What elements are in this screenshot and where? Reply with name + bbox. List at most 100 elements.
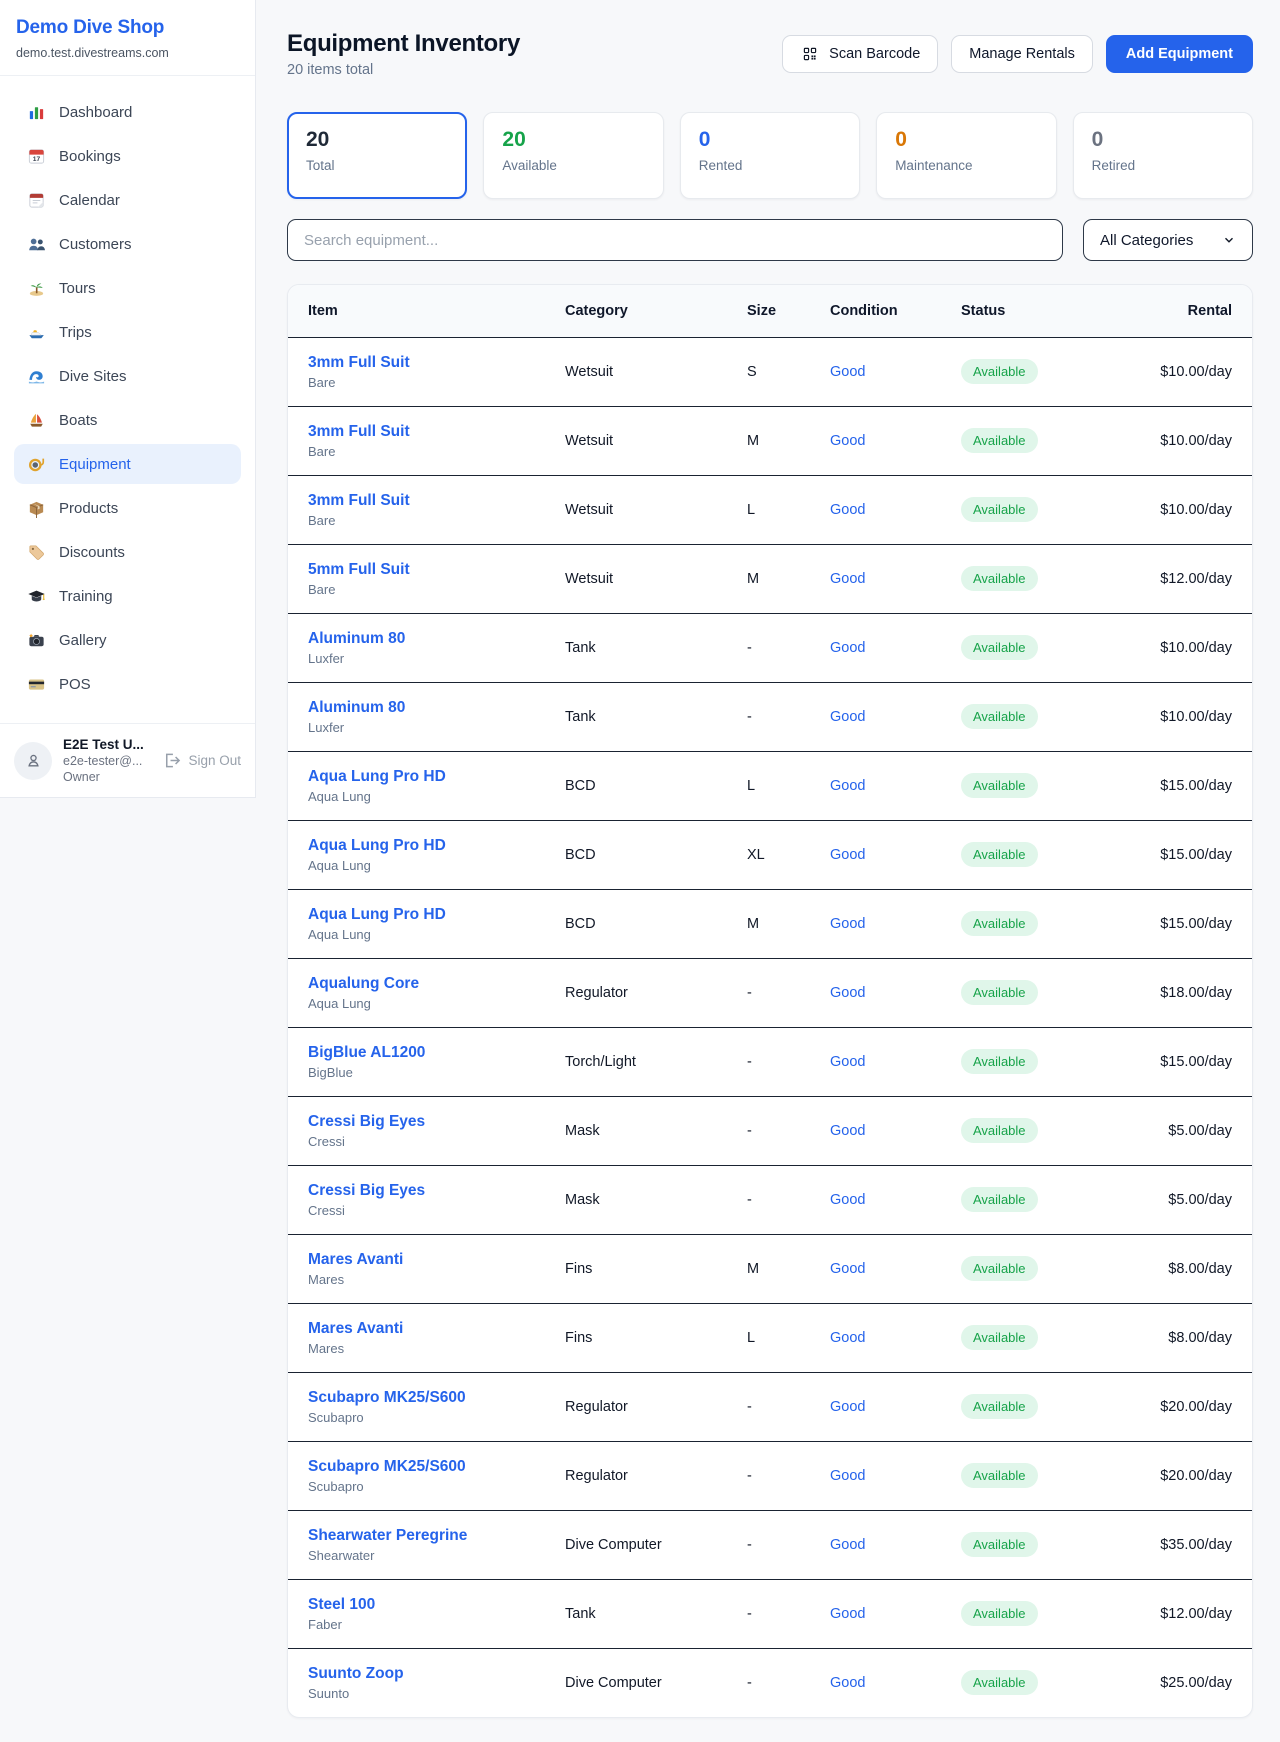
item-name-link[interactable]: Steel 100 (308, 1596, 565, 1614)
stat-card-total[interactable]: 20 Total (287, 112, 467, 199)
item-name-link[interactable]: Cressi Big Eyes (308, 1182, 565, 1200)
status-badge: Available (961, 842, 1038, 867)
table-row: Aluminum 80 Luxfer Tank - Good Available… (288, 682, 1252, 751)
item-brand: Bare (308, 375, 565, 390)
item-condition[interactable]: Good (830, 1606, 865, 1622)
item-condition[interactable]: Good (830, 502, 865, 518)
item-condition[interactable]: Good (830, 1468, 865, 1484)
manage-rentals-button[interactable]: Manage Rentals (951, 35, 1093, 73)
items-total-count: 20 items total (287, 62, 373, 78)
item-condition[interactable]: Good (830, 571, 865, 587)
sidebar-item-equipment[interactable]: Equipment (14, 444, 241, 484)
avatar (14, 742, 52, 780)
item-category: Dive Computer (565, 1510, 747, 1579)
item-name-link[interactable]: 5mm Full Suit (308, 561, 565, 579)
user-email: e2e-tester@... (63, 754, 150, 768)
sidebar-item-gallery[interactable]: Gallery (14, 620, 241, 660)
stat-card-retired[interactable]: 0 Retired (1073, 112, 1253, 199)
nav-item-label: POS (59, 676, 91, 693)
item-condition[interactable]: Good (830, 364, 865, 380)
item-name-link[interactable]: Scubapro MK25/S600 (308, 1458, 565, 1476)
sidebar-item-bookings[interactable]: 17 Bookings (14, 136, 241, 176)
item-condition[interactable]: Good (830, 1192, 865, 1208)
sidebar-item-dashboard[interactable]: Dashboard (14, 92, 241, 132)
item-condition[interactable]: Good (830, 1330, 865, 1346)
stat-card-available[interactable]: 20 Available (483, 112, 663, 199)
item-condition[interactable]: Good (830, 433, 865, 449)
nav-item-label: Equipment (59, 456, 131, 473)
table-row: Cressi Big Eyes Cressi Mask - Good Avail… (288, 1096, 1252, 1165)
item-size: - (747, 958, 830, 1027)
item-condition[interactable]: Good (830, 1399, 865, 1415)
item-condition[interactable]: Good (830, 640, 865, 656)
item-brand: Faber (308, 1617, 565, 1632)
stat-card-maintenance[interactable]: 0 Maintenance (876, 112, 1056, 199)
sidebar-item-dive-sites[interactable]: Dive Sites (14, 356, 241, 396)
shop-name[interactable]: Demo Dive Shop (16, 17, 239, 39)
item-condition[interactable]: Good (830, 1054, 865, 1070)
item-brand: Bare (308, 513, 565, 528)
scan-barcode-button[interactable]: Scan Barcode (782, 35, 938, 73)
item-category: Fins (565, 1303, 747, 1372)
item-name-link[interactable]: Scubapro MK25/S600 (308, 1389, 565, 1407)
motorboat-icon (26, 322, 46, 342)
status-badge: Available (961, 773, 1038, 798)
item-condition[interactable]: Good (830, 916, 865, 932)
sidebar-item-customers[interactable]: Customers (14, 224, 241, 264)
add-equipment-button[interactable]: Add Equipment (1106, 35, 1253, 73)
item-name-link[interactable]: 3mm Full Suit (308, 423, 565, 441)
item-name-link[interactable]: Mares Avanti (308, 1320, 565, 1338)
table-row: Scubapro MK25/S600 Scubapro Regulator - … (288, 1372, 1252, 1441)
item-name-link[interactable]: Shearwater Peregrine (308, 1527, 565, 1545)
item-size: - (747, 1372, 830, 1441)
sidebar-item-calendar[interactable]: Calendar (14, 180, 241, 220)
item-name-link[interactable]: Aqua Lung Pro HD (308, 906, 565, 924)
sidebar-item-pos[interactable]: POS (14, 664, 241, 704)
item-size: - (747, 682, 830, 751)
item-condition[interactable]: Good (830, 847, 865, 863)
item-name-link[interactable]: Aqua Lung Pro HD (308, 837, 565, 855)
item-size: M (747, 889, 830, 958)
item-condition[interactable]: Good (830, 985, 865, 1001)
item-brand: Bare (308, 582, 565, 597)
item-category: Wetsuit (565, 406, 747, 475)
item-name-link[interactable]: Cressi Big Eyes (308, 1113, 565, 1131)
stat-value: 0 (895, 128, 1037, 152)
item-condition[interactable]: Good (830, 1261, 865, 1277)
item-rental-rate: $15.00/day (1116, 889, 1252, 958)
sidebar-item-discounts[interactable]: Discounts (14, 532, 241, 572)
item-name-link[interactable]: Aqualung Core (308, 975, 565, 993)
item-name-link[interactable]: Aluminum 80 (308, 699, 565, 717)
item-name-link[interactable]: 3mm Full Suit (308, 492, 565, 510)
item-condition[interactable]: Good (830, 1675, 865, 1691)
item-rental-rate: $10.00/day (1116, 613, 1252, 682)
column-header-status: Status (961, 285, 1116, 337)
item-condition[interactable]: Good (830, 1123, 865, 1139)
sign-out-button[interactable]: Sign Out (161, 751, 241, 771)
search-input[interactable] (287, 219, 1063, 261)
category-select[interactable]: All Categories (1083, 219, 1253, 261)
item-brand: Aqua Lung (308, 927, 565, 942)
item-condition[interactable]: Good (830, 778, 865, 794)
item-category: Tank (565, 1579, 747, 1648)
item-name-link[interactable]: 3mm Full Suit (308, 354, 565, 372)
stat-card-rented[interactable]: 0 Rented (680, 112, 860, 199)
item-name-link[interactable]: BigBlue AL1200 (308, 1044, 565, 1062)
user-name: E2E Test U... (63, 737, 150, 752)
item-name-link[interactable]: Aqua Lung Pro HD (308, 768, 565, 786)
item-brand: Shearwater (308, 1548, 565, 1563)
stat-label: Retired (1092, 158, 1234, 173)
sidebar-item-boats[interactable]: Boats (14, 400, 241, 440)
table-row: 5mm Full Suit Bare Wetsuit M Good Availa… (288, 544, 1252, 613)
item-brand: Mares (308, 1341, 565, 1356)
sidebar-item-tours[interactable]: Tours (14, 268, 241, 308)
item-brand: Scubapro (308, 1479, 565, 1494)
sidebar-item-training[interactable]: Training (14, 576, 241, 616)
sidebar-item-products[interactable]: Products (14, 488, 241, 528)
item-name-link[interactable]: Aluminum 80 (308, 630, 565, 648)
sidebar-item-trips[interactable]: Trips (14, 312, 241, 352)
item-condition[interactable]: Good (830, 709, 865, 725)
item-name-link[interactable]: Mares Avanti (308, 1251, 565, 1269)
item-condition[interactable]: Good (830, 1537, 865, 1553)
item-name-link[interactable]: Suunto Zoop (308, 1665, 565, 1683)
